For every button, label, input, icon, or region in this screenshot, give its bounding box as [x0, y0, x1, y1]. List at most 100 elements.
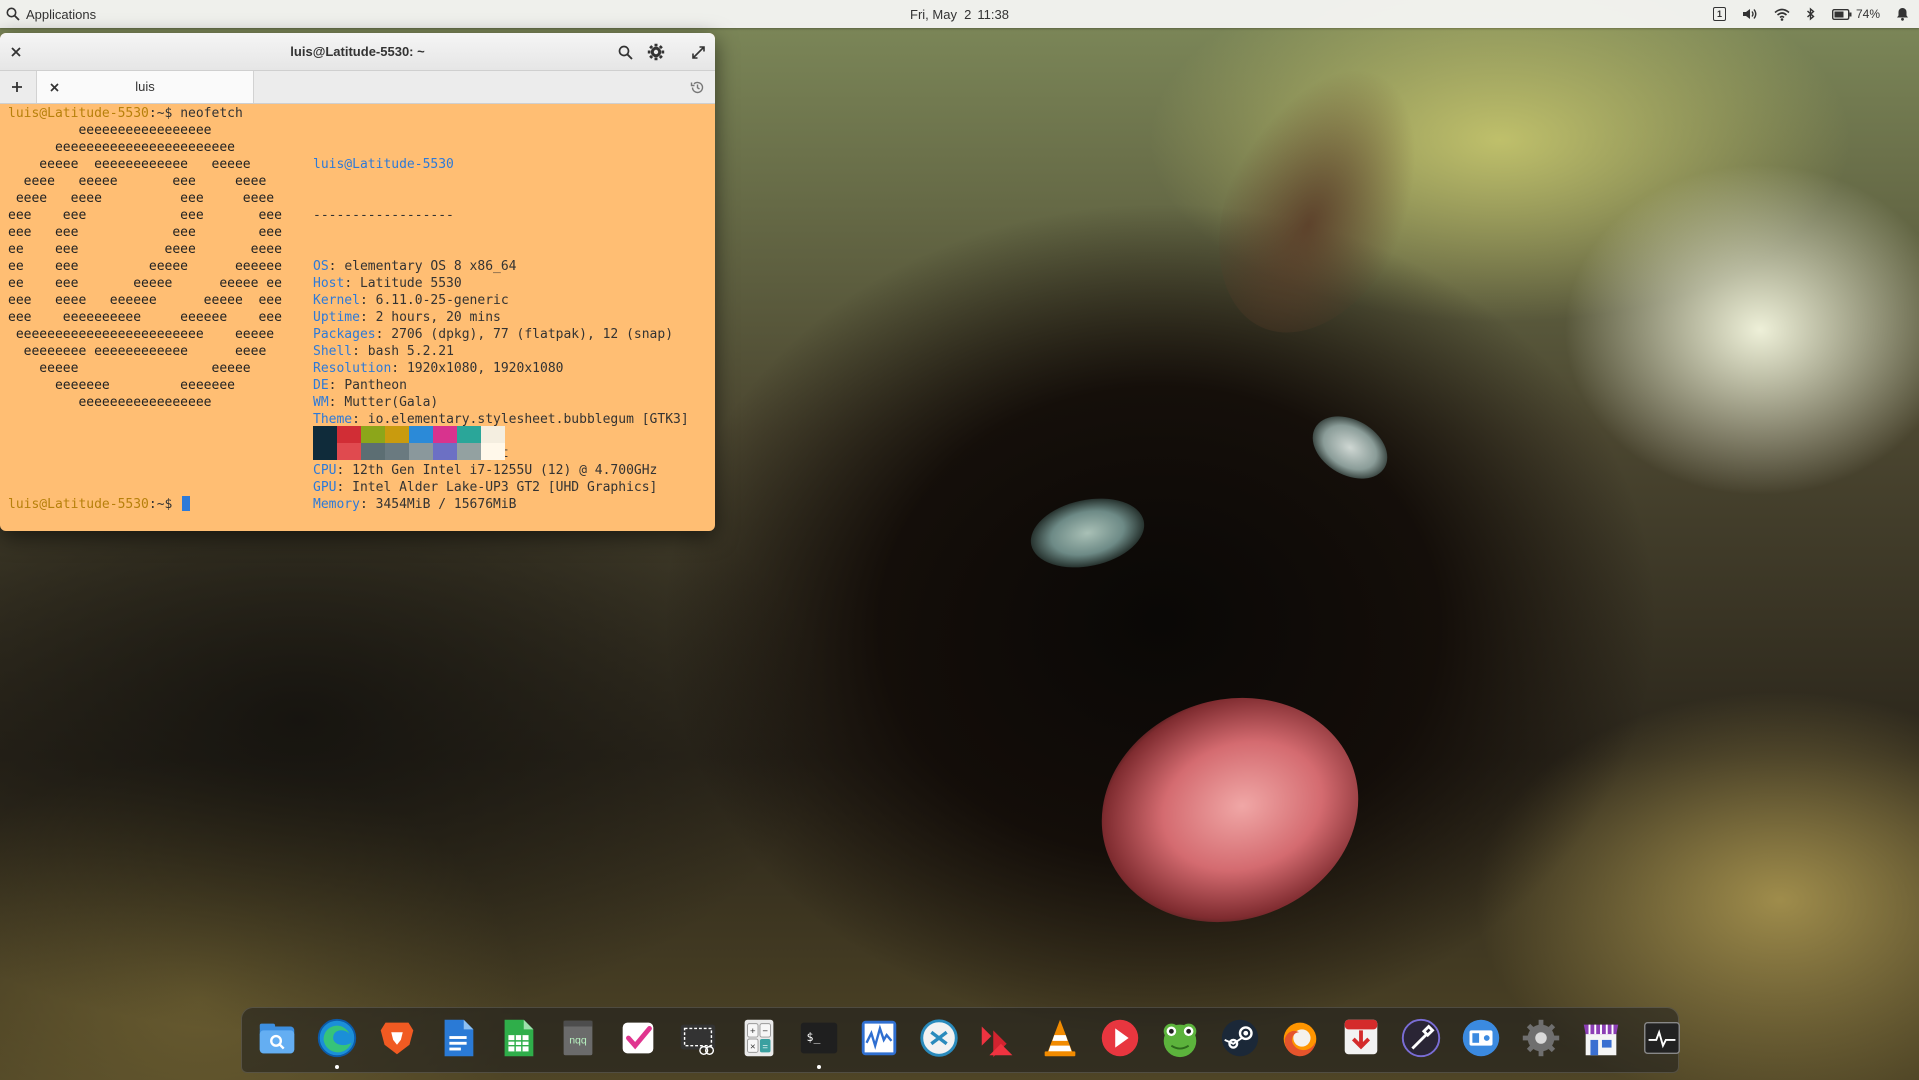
- applications-label: Applications: [26, 6, 97, 22]
- info-key: WM: [313, 395, 329, 410]
- dock-item-remote-desktop[interactable]: [915, 1014, 963, 1062]
- info-row: Memory: 3454MiB / 15676MiB: [313, 496, 689, 513]
- power-indicator[interactable]: 74%: [1831, 7, 1880, 21]
- notifications-indicator[interactable]: [1896, 7, 1909, 21]
- dock-item-calculator[interactable]: + − × =: [735, 1014, 783, 1062]
- steam-icon: [1221, 1019, 1259, 1057]
- dock-item-obs-studio[interactable]: [1457, 1014, 1505, 1062]
- dock-item-activity-monitor[interactable]: [1638, 1014, 1686, 1062]
- dock-item-spreadsheet[interactable]: [494, 1014, 542, 1062]
- color-swatch: [313, 443, 337, 460]
- terminal-window[interactable]: luis@Latitude-5530: ~ luis luis@Latitude…: [0, 33, 715, 531]
- writer-icon: [444, 1019, 473, 1057]
- applications-menu-button[interactable]: Applications: [6, 0, 96, 28]
- info-row: CPU: 12th Gen Intel i7-1255U (12) @ 4.70…: [313, 462, 689, 479]
- tasks-icon: [622, 1022, 654, 1054]
- dock-item-edge-browser[interactable]: [313, 1014, 361, 1069]
- color-swatch: [409, 426, 433, 443]
- info-value: 6.11.0-25-generic: [375, 293, 509, 308]
- info-row: Host: Latitude 5530: [313, 275, 689, 292]
- system-monitor-icon: [861, 1020, 897, 1056]
- dock-item-vlc[interactable]: [1036, 1014, 1084, 1062]
- terminal-icon: $_: [800, 1022, 838, 1054]
- recent-tabs-button[interactable]: [686, 76, 708, 98]
- dock-item-app-store[interactable]: [1577, 1014, 1625, 1062]
- dock-item-system-monitor[interactable]: [855, 1014, 903, 1062]
- info-value: 1920x1080, 1920x1080: [406, 361, 564, 376]
- info-key: Packages: [313, 327, 376, 342]
- dock-item-frog-game[interactable]: [1156, 1014, 1204, 1062]
- active-prompt-line[interactable]: luis@Latitude-5530:~$: [8, 496, 191, 513]
- svg-text:$_: $_: [806, 1030, 820, 1044]
- color-swatch: [361, 426, 385, 443]
- color-swatch: [457, 443, 481, 460]
- dock-item-nqq-notepad[interactable]: nqq: [554, 1014, 602, 1062]
- color-swatch: [457, 426, 481, 443]
- dock-item-color-picker[interactable]: [1397, 1014, 1445, 1062]
- logo-line: eeeeeeeeeeeeeeeeeeeeeeee eeeee: [8, 327, 275, 342]
- command-line: luis@Latitude-5530:~$ neofetch: [8, 105, 715, 122]
- system-indicators: 1 74%: [1712, 0, 1909, 28]
- info-colon: :: [352, 344, 368, 359]
- color-swatch: [337, 426, 361, 443]
- info-row: Resolution: 1920x1080, 1920x1080: [313, 360, 689, 377]
- info-row: Shell: bash 5.2.21: [313, 343, 689, 360]
- wallpaper-kitten-eye-left: [1024, 488, 1151, 578]
- info-value: 3454MiB / 15676MiB: [375, 497, 517, 512]
- date-text[interactable]: Fri, May 2: [910, 7, 971, 22]
- info-colon: :: [328, 395, 345, 410]
- dock-item-files[interactable]: [253, 1014, 301, 1062]
- maximize-button[interactable]: [687, 41, 709, 63]
- tab-bar: luis: [0, 71, 715, 104]
- settings-menu-button[interactable]: [645, 41, 667, 63]
- info-value: Intel Alder Lake-UP3 GT2 [UHD Graphics]: [352, 480, 658, 495]
- info-key: GPU: [313, 480, 337, 495]
- dock-item-brave-browser[interactable]: [373, 1014, 421, 1062]
- logo-line: eeeee eeeee: [8, 361, 251, 376]
- tab-luis[interactable]: luis: [36, 71, 254, 103]
- dock-item-anydesk[interactable]: [975, 1014, 1023, 1062]
- dock-item-tasks[interactable]: [614, 1014, 662, 1062]
- info-key: Theme: [313, 412, 353, 427]
- dock-item-writer[interactable]: [434, 1014, 482, 1062]
- dock-item-media-player[interactable]: [1096, 1014, 1144, 1062]
- dock-item-settings[interactable]: [1517, 1014, 1565, 1062]
- info-colon: :: [359, 497, 376, 512]
- wifi-icon: [1774, 8, 1790, 21]
- color-swatch: [361, 443, 385, 460]
- dock-item-downloader[interactable]: [1337, 1014, 1385, 1062]
- info-colon: :: [359, 293, 376, 308]
- find-button[interactable]: [614, 41, 636, 63]
- workspace-indicator[interactable]: 1: [1712, 7, 1726, 21]
- info-value: io.elementary.stylesheet.bubblegum [GTK3…: [367, 412, 689, 427]
- close-window-button[interactable]: [5, 41, 27, 63]
- color-swatch: [313, 426, 337, 443]
- dock-item-terminal[interactable]: $_: [795, 1014, 843, 1069]
- anydesk-icon: [982, 1026, 1013, 1058]
- info-value: elementary OS 8 x86_64: [344, 259, 517, 274]
- new-tab-button[interactable]: [6, 76, 28, 98]
- info-colon: :: [328, 259, 345, 274]
- info-key: DE: [313, 378, 329, 393]
- workspace-number: 1: [1712, 7, 1726, 21]
- info-value: Latitude 5530: [359, 276, 462, 291]
- prompt-suffix: :~$: [148, 106, 181, 121]
- logo-line: eeeeeeeeeeeeeeeeeeeeeee: [8, 140, 235, 155]
- tab-label: luis: [135, 79, 155, 94]
- logo-line: eeeeeeeeeeeeeeeee: [8, 395, 212, 410]
- terminal-headerbar[interactable]: luis@Latitude-5530: ~: [0, 33, 715, 71]
- terminal-output[interactable]: luis@Latitude-5530:~$ neofetch eeeeeeeee…: [0, 103, 715, 531]
- plus-icon: [12, 82, 22, 92]
- volume-indicator[interactable]: [1742, 7, 1758, 21]
- dock-item-screenshot[interactable]: [674, 1014, 722, 1062]
- dock-item-steam[interactable]: [1216, 1014, 1264, 1062]
- network-indicator[interactable]: [1774, 8, 1790, 21]
- info-colon: :: [344, 276, 360, 291]
- close-icon: [11, 47, 21, 57]
- vlc-icon: [1044, 1019, 1075, 1057]
- dock-item-firefox[interactable]: [1276, 1014, 1324, 1062]
- time-text[interactable]: 11:38: [977, 7, 1009, 22]
- date-time-indicator[interactable]: Fri, May 2 11:38: [0, 0, 1919, 28]
- bluetooth-indicator[interactable]: [1806, 7, 1816, 21]
- svg-text:=: =: [762, 1042, 768, 1053]
